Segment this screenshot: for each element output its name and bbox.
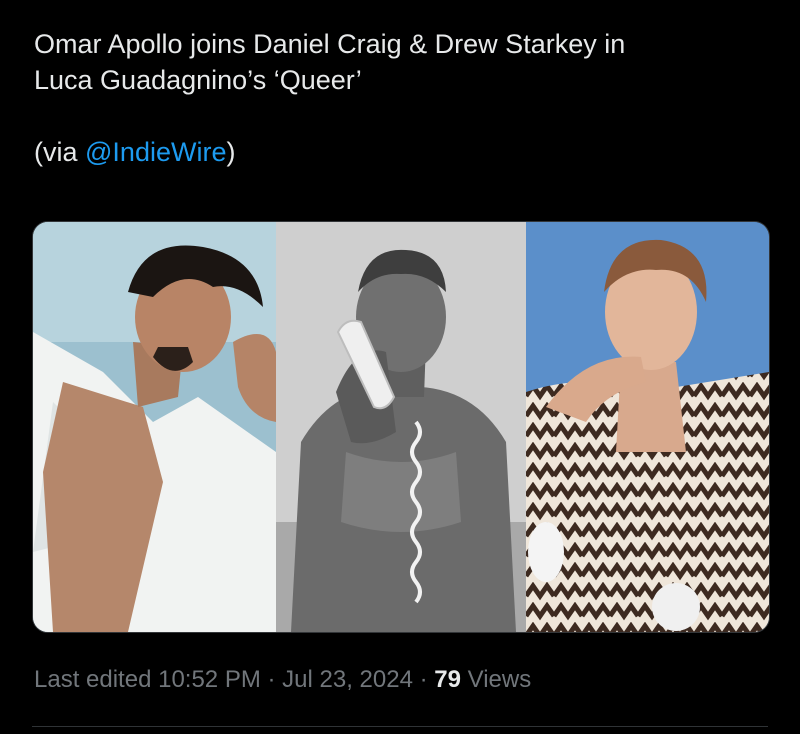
- via-suffix: ): [226, 137, 236, 167]
- indiewire-mention-link[interactable]: @IndieWire: [85, 137, 226, 167]
- divider: [32, 726, 768, 727]
- separator-dot: ·: [260, 666, 283, 693]
- tweet-metadata: Last edited 10:52 PM · Jul 23, 2024 · 79…: [34, 664, 531, 696]
- tweet-text: Omar Apollo joins Daniel Craig & Drew St…: [34, 26, 774, 170]
- daniel-craig-photo-art: [276, 222, 526, 632]
- views-count: 79: [434, 666, 461, 693]
- via-line: (via @IndieWire): [34, 134, 774, 170]
- drew-starkey-photo-art: [526, 222, 769, 632]
- tweet-text-line-1: Omar Apollo joins Daniel Craig & Drew St…: [34, 29, 626, 59]
- separator-dot: ·: [412, 666, 435, 693]
- via-prefix: (via: [34, 137, 86, 167]
- last-edited-time-link[interactable]: Last edited 10:52 PM: [34, 666, 261, 693]
- photo-daniel-craig[interactable]: [276, 222, 526, 632]
- photo-omar-apollo[interactable]: [33, 222, 276, 632]
- tweet-media-grid: [32, 221, 770, 633]
- photo-drew-starkey[interactable]: [526, 222, 769, 632]
- tweet-text-line-2: Luca Guadagnino’s ‘Queer’: [34, 65, 362, 95]
- tweet-date-link[interactable]: Jul 23, 2024: [282, 666, 413, 693]
- views-label: Views: [460, 666, 532, 693]
- omar-apollo-photo-art: [33, 222, 276, 632]
